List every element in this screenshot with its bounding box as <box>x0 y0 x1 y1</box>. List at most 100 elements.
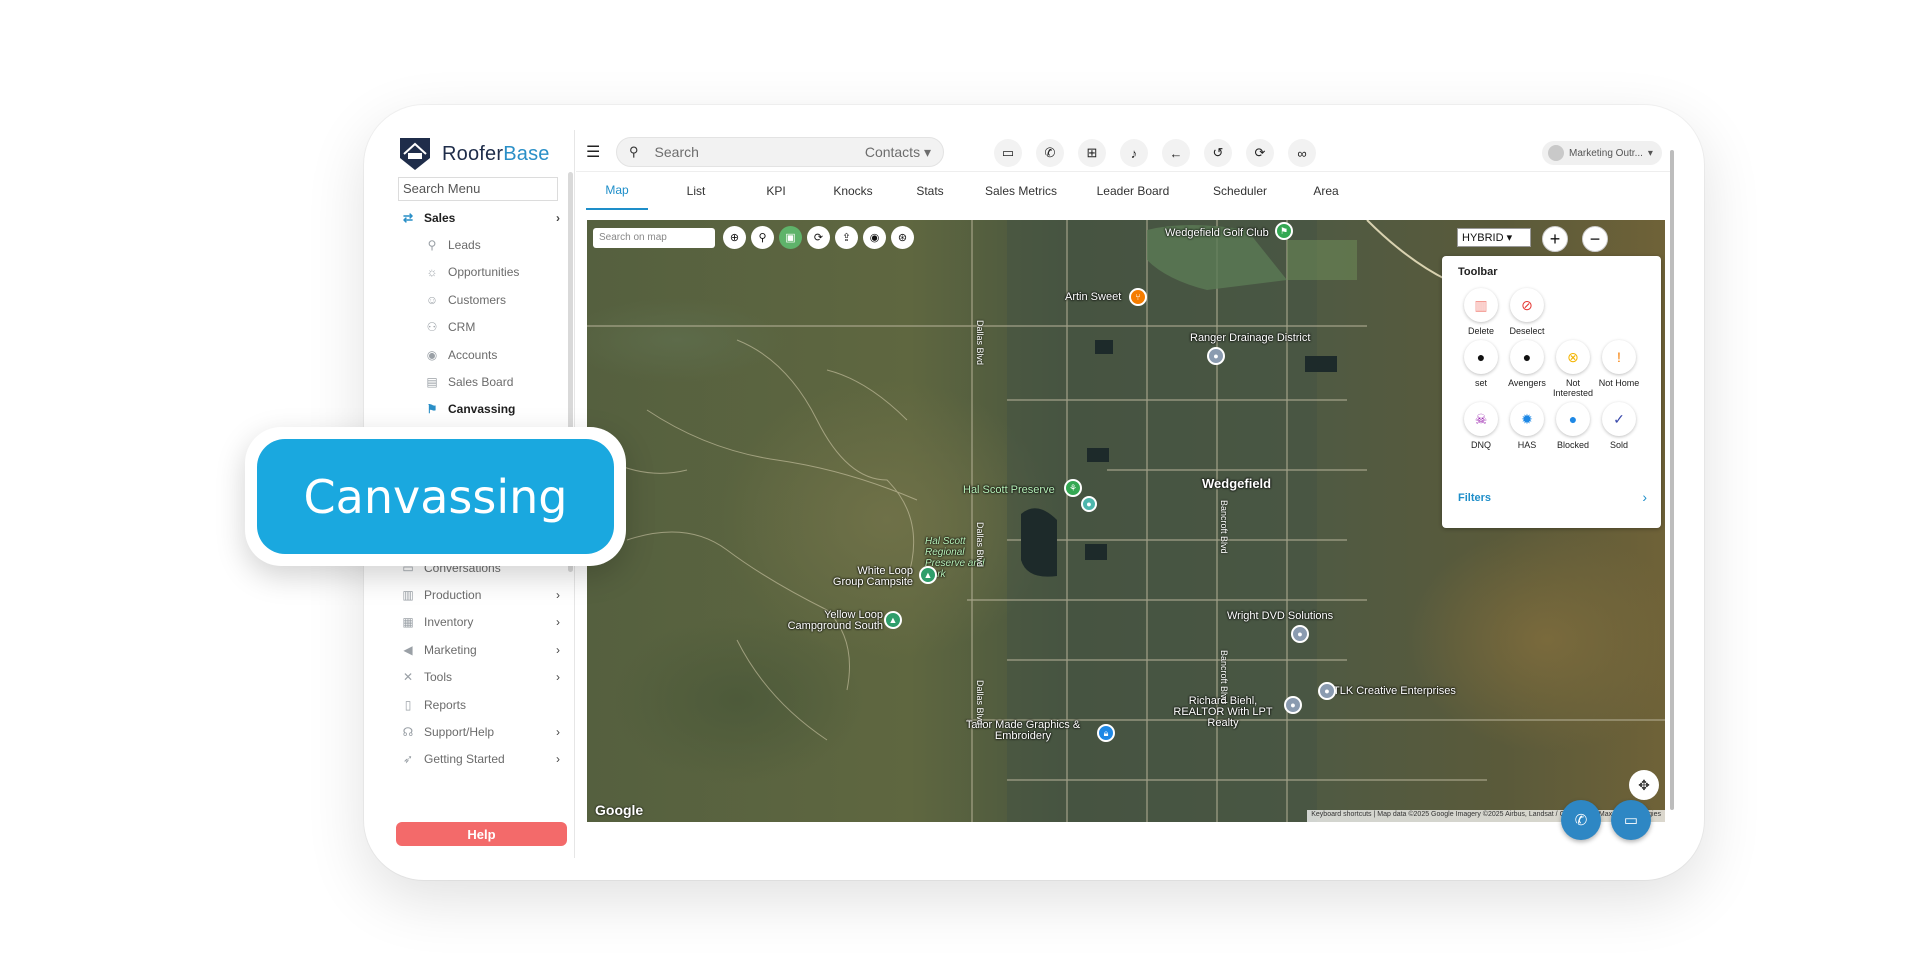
tab-kpi[interactable]: KPI <box>746 172 806 210</box>
sidebar-item-opportunities[interactable]: ☼ Opportunities <box>392 259 572 286</box>
hamburger-menu-icon[interactable]: ☰ <box>586 142 600 162</box>
zoom-in-button[interactable]: + <box>1542 226 1568 252</box>
toolbar-not-home-button[interactable]: ! Not Home <box>1596 340 1642 388</box>
sidebar-item-label: Getting Started <box>424 752 505 767</box>
sidebar-item-marketing[interactable]: ◀ Marketing › <box>392 636 572 663</box>
map-pin-icon: ● <box>1510 340 1544 374</box>
chat-fab-button[interactable]: ▭ <box>1611 800 1651 840</box>
brand-logo[interactable]: RooferBase <box>396 134 550 174</box>
location-pin-icon[interactable]: ⚲ <box>751 226 774 249</box>
sidebar-item-crm[interactable]: ⚇ CRM <box>392 314 572 341</box>
message-icon[interactable]: ▭ <box>994 139 1022 167</box>
tab-list[interactable]: List <box>666 172 726 210</box>
map-type-select[interactable]: HYBRID ▾ <box>1457 228 1531 247</box>
global-search[interactable]: ⚲ Search Contacts ▾ <box>616 137 944 167</box>
location-pin-icon[interactable]: ● <box>1284 696 1302 714</box>
toolbar-item-label: Avengers <box>1508 378 1546 388</box>
location-pin-icon[interactable]: ● <box>1207 347 1225 365</box>
fingerprint-icon[interactable]: ⊛ <box>891 226 914 249</box>
glasses-icon[interactable]: ∞ <box>1288 139 1316 167</box>
alert-pin-icon: ! <box>1602 340 1636 374</box>
map-canvas[interactable]: Search on map ⊕ ⚲ ▣ ⟳ ⇪ ◉ ⊛ HYBRID ▾ + −… <box>587 220 1665 822</box>
sidebar-item-customers[interactable]: ☺ Customers <box>392 286 572 313</box>
chevron-right-icon[interactable]: › <box>1642 489 1647 505</box>
place-label: TLK Creative Enterprises <box>1333 685 1456 697</box>
sidebar-item-getting-started[interactable]: ➶ Getting Started › <box>392 746 572 773</box>
sidebar-item-tools[interactable]: ✕ Tools › <box>392 664 572 691</box>
road-label: Dallas Blvd <box>975 320 985 366</box>
phone-icon[interactable]: ✆ <box>1036 139 1064 167</box>
tab-area[interactable]: Area <box>1296 172 1356 210</box>
sidebar-item-production[interactable]: ▥ Production › <box>392 581 572 608</box>
tab-sales-metrics[interactable]: Sales Metrics <box>976 172 1066 210</box>
toolbar-item-label: Sold <box>1609 440 1628 450</box>
zoom-out-button[interactable]: − <box>1582 226 1608 252</box>
callout-label: Canvassing <box>257 439 614 554</box>
recenter-icon[interactable]: ✥ <box>1629 770 1659 800</box>
toolbar-dnq-button[interactable]: ☠ DNQ <box>1458 402 1504 450</box>
refresh-icon[interactable]: ⟳ <box>807 226 830 249</box>
refresh-icon[interactable]: ⟳ <box>1246 139 1274 167</box>
sidebar-item-inventory[interactable]: ▦ Inventory › <box>392 609 572 636</box>
search-input[interactable]: Search <box>655 144 865 160</box>
brand-name: RooferBase <box>442 142 550 165</box>
bell-icon[interactable]: ♪ <box>1120 139 1148 167</box>
place-label: White Loop Group Campsite <box>832 565 913 588</box>
filters-link[interactable]: Filters <box>1458 492 1491 504</box>
toolbar-avengers-button[interactable]: ● Avengers <box>1504 340 1550 388</box>
toolbar-sold-button[interactable]: ✓ Sold <box>1596 402 1642 450</box>
territory-icon[interactable]: ▣ <box>779 226 802 249</box>
golf-pin-icon[interactable]: ⚑ <box>1275 222 1293 240</box>
toolbar-item-label: Deselect <box>1509 326 1545 336</box>
user-menu[interactable]: Marketing Outr... ▾ <box>1542 141 1662 165</box>
location-pin-icon[interactable]: ● <box>1318 682 1336 700</box>
toolbar-set-button[interactable]: ● set <box>1458 340 1504 388</box>
lock-pin-icon[interactable]: 🔒︎ <box>1097 724 1115 742</box>
toolbar-delete-button[interactable]: ▥ Delete <box>1458 288 1504 336</box>
tab-map[interactable]: Map <box>586 172 648 210</box>
sidebar-item-reports[interactable]: ▯ Reports <box>392 691 572 718</box>
chevron-right-icon: › <box>556 588 560 603</box>
page-scrollbar[interactable] <box>1670 150 1674 810</box>
sidebar-item-accounts[interactable]: ◉ Accounts <box>392 341 572 368</box>
sidebar-item-sales-board[interactable]: ▤ Sales Board <box>392 368 572 395</box>
location-pin-icon[interactable]: ● <box>1081 496 1097 512</box>
search-menu-input[interactable]: Search Menu <box>398 177 558 201</box>
back-arrow-icon[interactable]: ← <box>1162 139 1190 167</box>
tab-knocks[interactable]: Knocks <box>818 172 888 210</box>
tab-stats[interactable]: Stats <box>900 172 960 210</box>
restaurant-pin-icon[interactable]: ⑂ <box>1129 288 1147 306</box>
campsite-pin-icon[interactable]: ▲ <box>884 611 902 629</box>
location-pin-icon[interactable]: ● <box>1291 625 1309 643</box>
eye-icon[interactable]: ◉ <box>863 226 886 249</box>
sidebar-section-sales[interactable]: ⇄ Sales › <box>392 204 572 231</box>
help-button[interactable]: Help <box>396 822 567 846</box>
sales-board-icon: ▤ <box>426 375 438 390</box>
map-toolbar-panel: Toolbar ▥ Delete ⊘ Deselect ● set ● Aven… <box>1442 256 1661 528</box>
toolbar-has-button[interactable]: ✹ HAS <box>1504 402 1550 450</box>
search-scope-dropdown[interactable]: Contacts ▾ <box>865 144 931 161</box>
sidebar-item-label: Support/Help <box>424 725 495 740</box>
toolbar-blocked-button[interactable]: ● Blocked <box>1550 402 1596 450</box>
campsite-pin-icon[interactable]: ▲ <box>919 566 937 584</box>
toolbar-not-interested-button[interactable]: ⊗ Not Interested <box>1550 340 1596 398</box>
toolbar-item-label: Not Home <box>1598 378 1640 388</box>
tab-leader-board[interactable]: Leader Board <box>1088 172 1178 210</box>
place-label: Wedgefield <box>1202 476 1272 491</box>
toolbar-deselect-button[interactable]: ⊘ Deselect <box>1504 288 1550 336</box>
park-pin-icon[interactable]: ⚘ <box>1064 479 1082 497</box>
map-search-input[interactable]: Search on map <box>593 228 715 248</box>
place-label: Artin Sweet <box>1065 291 1122 303</box>
sidebar-item-support[interactable]: ☊ Support/Help › <box>392 718 572 745</box>
upload-icon[interactable]: ⇪ <box>835 226 858 249</box>
road-label: Bancroft Blvd <box>1219 500 1229 554</box>
sidebar-item-canvassing[interactable]: ⚑ Canvassing <box>392 396 572 423</box>
add-box-icon[interactable]: ⊞ <box>1078 139 1106 167</box>
road-label: Bancroft Blvd <box>1219 650 1229 704</box>
history-icon[interactable]: ↺ <box>1204 139 1232 167</box>
toolbar-title: Toolbar <box>1458 266 1498 278</box>
call-fab-button[interactable]: ✆ <box>1561 800 1601 840</box>
tab-scheduler[interactable]: Scheduler <box>1200 172 1280 210</box>
sidebar-item-leads[interactable]: ⚲ Leads <box>392 231 572 258</box>
crosshair-icon[interactable]: ⊕ <box>723 226 746 249</box>
